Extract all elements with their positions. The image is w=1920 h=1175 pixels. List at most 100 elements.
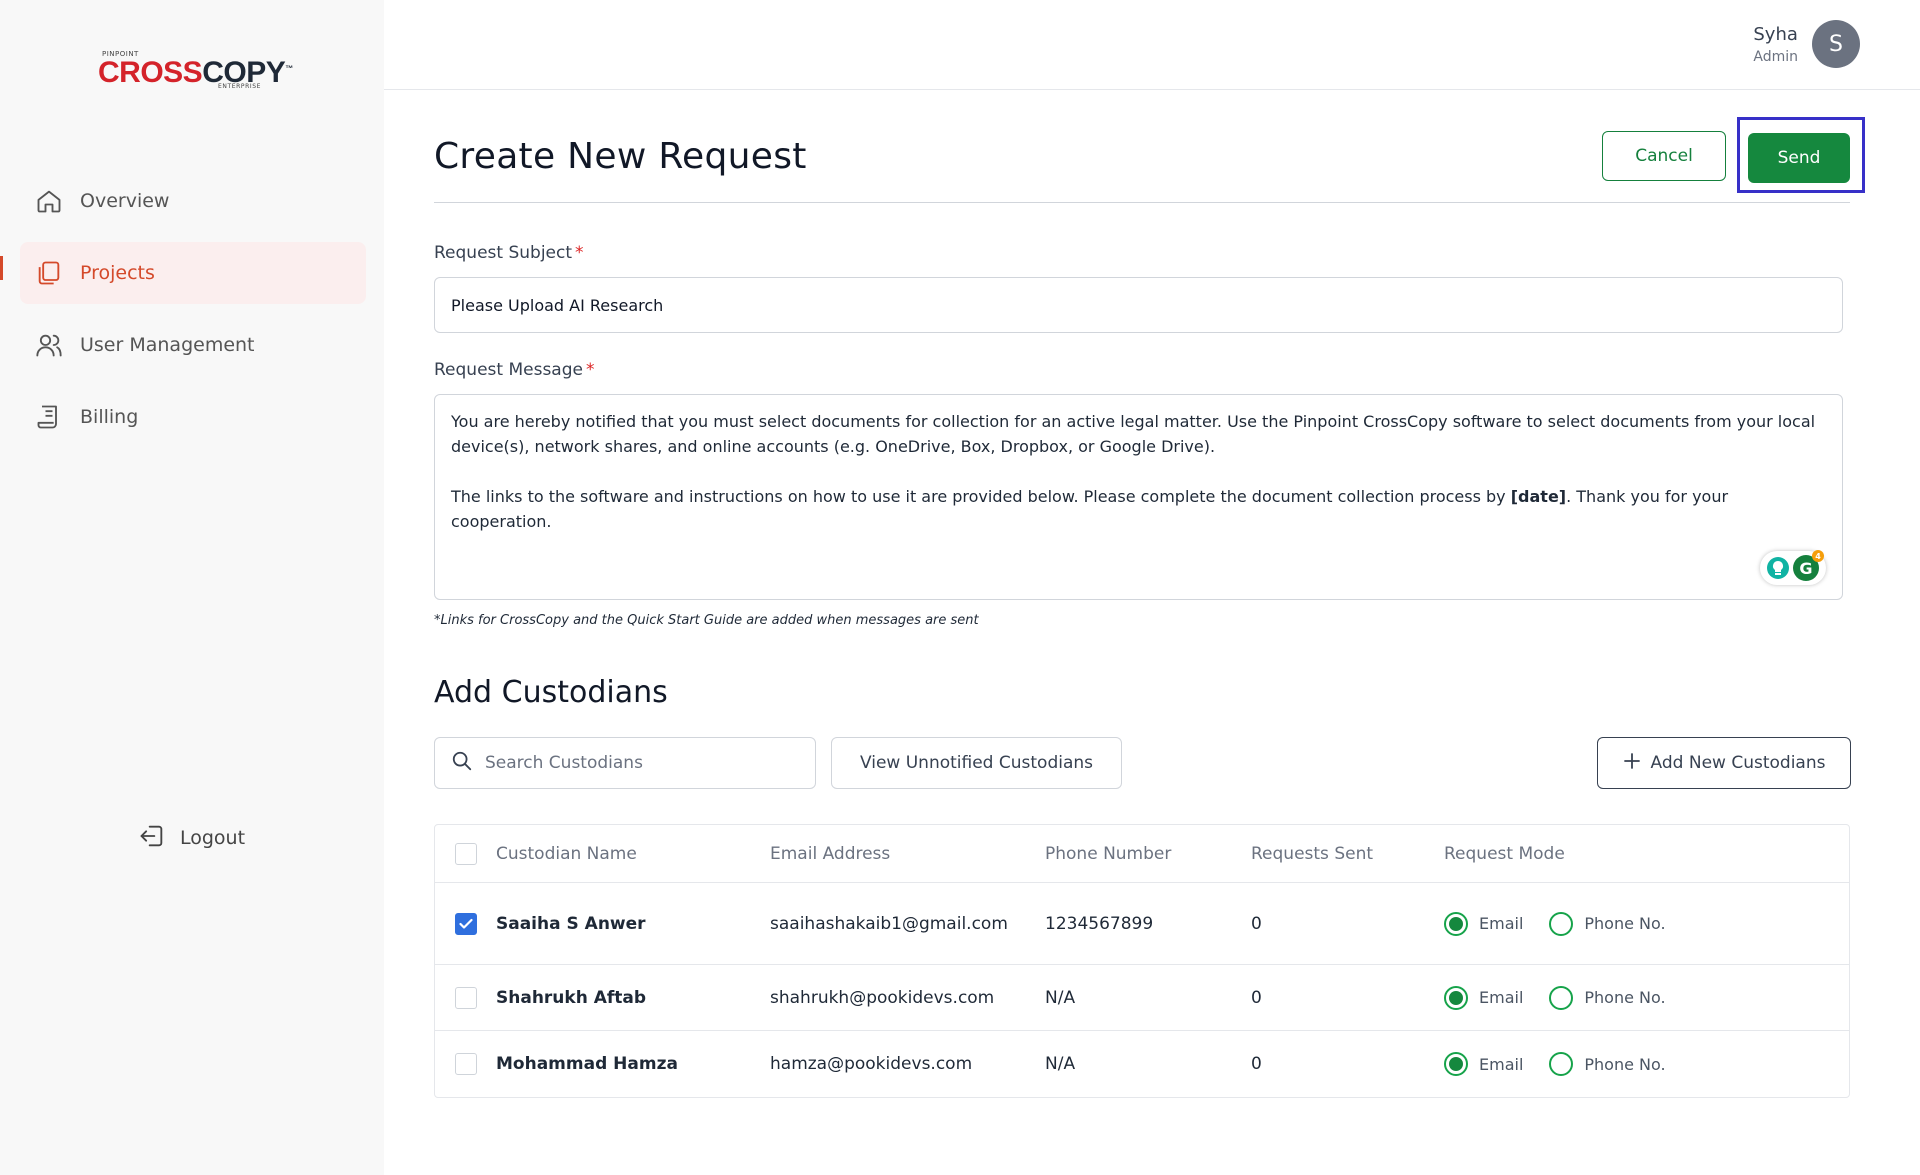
logout-icon — [138, 822, 166, 854]
custodian-email: hamza@pookidevs.com — [770, 1054, 973, 1074]
sidebar-item-label: Projects — [80, 262, 155, 284]
view-unnotified-button[interactable]: View Unnotified Custodians — [831, 737, 1122, 789]
row-checkbox[interactable] — [455, 1053, 477, 1075]
request-mode-group: Email Phone No. — [1444, 1052, 1666, 1076]
top-bar: Syha Admin S — [384, 0, 1920, 90]
custodian-phone: N/A — [1045, 1054, 1076, 1074]
message-date-placeholder: [date] — [1510, 487, 1567, 506]
mode-phone-radio[interactable] — [1549, 985, 1574, 1010]
mode-email-label: Email — [1479, 988, 1524, 1007]
logo-cross: CROSS — [98, 56, 203, 89]
table-row: Mohammad Hamza hamza@pookidevs.com N/A 0… — [435, 1031, 1849, 1097]
table-row: Shahrukh Aftab shahrukh@pookidevs.com N/… — [435, 965, 1849, 1031]
home-icon — [34, 186, 64, 216]
custodian-requests-sent: 0 — [1251, 913, 1262, 934]
subject-label: Request Subject * — [434, 243, 584, 263]
user-name: Syha — [1753, 23, 1798, 45]
message-text: The links to the software and instructio… — [451, 487, 1511, 506]
message-textarea[interactable]: You are hereby notified that you must se… — [434, 394, 1843, 600]
custodian-phone: N/A — [1045, 987, 1076, 1008]
check-icon — [459, 918, 473, 929]
mode-phone-label: Phone No. — [1584, 988, 1666, 1007]
user-menu[interactable]: Syha Admin S — [1753, 20, 1860, 68]
checkbox-box — [455, 1053, 477, 1075]
logo-tm: ™ — [285, 64, 293, 73]
sidebar-item-label: User Management — [80, 334, 255, 356]
logo-wordmark: CROSSCOPY™ — [98, 56, 293, 90]
column-header-phone[interactable]: Phone Number — [1045, 844, 1171, 864]
sidebar-item-billing[interactable]: Billing — [20, 386, 366, 448]
title-divider — [434, 202, 1850, 203]
row-checkbox[interactable] — [455, 912, 477, 935]
mode-email-label: Email — [1479, 914, 1524, 933]
page-title: Create New Request — [434, 136, 807, 177]
grammarly-widget[interactable]: G4 — [1760, 550, 1826, 585]
mode-email-radio[interactable] — [1444, 1052, 1468, 1076]
billing-icon — [34, 402, 64, 432]
subject-label-text: Request Subject — [434, 243, 573, 263]
sidebar: PINPOINT CROSSCOPY™ ENTERPRISE Overview … — [0, 0, 384, 1175]
logout-label: Logout — [180, 827, 246, 849]
projects-icon — [34, 258, 64, 288]
radio-dot — [1449, 916, 1463, 931]
user-info: Syha Admin — [1753, 24, 1798, 65]
message-label: Request Message * — [434, 360, 594, 380]
add-new-custodians-button[interactable]: Add New Custodians — [1597, 737, 1851, 789]
sidebar-item-overview[interactable]: Overview — [20, 170, 366, 232]
links-hint: *Links for CrossCopy and the Quick Start… — [434, 613, 979, 628]
search-custodians-field[interactable] — [434, 737, 816, 789]
active-indicator — [0, 256, 3, 280]
message-paragraph-1: You are hereby notified that you must se… — [451, 412, 1816, 456]
users-icon — [34, 330, 64, 360]
request-mode-group: Email Phone No. — [1444, 911, 1666, 936]
custodians-table: Custodian Name Email Address Phone Numbe… — [434, 824, 1850, 1098]
custodian-phone: 1234567899 — [1045, 913, 1154, 934]
checkbox-box — [455, 912, 477, 935]
mode-email-radio[interactable] — [1444, 911, 1468, 936]
mode-email-radio[interactable] — [1444, 985, 1468, 1010]
sidebar-item-label: Billing — [80, 406, 139, 428]
grammarly-icon: G4 — [1793, 550, 1824, 581]
mode-phone-radio[interactable] — [1549, 911, 1574, 936]
grammarly-logo-letter: G — [1799, 558, 1813, 578]
add-custodians-title: Add Custodians — [434, 675, 668, 710]
custodian-name: Mohammad Hamza — [496, 1054, 678, 1074]
required-mark: * — [575, 243, 584, 263]
checkbox-box — [455, 986, 477, 1009]
grammarly-count-badge: 4 — [1812, 550, 1824, 562]
custodian-requests-sent: 0 — [1251, 987, 1262, 1008]
logo-enterprise-text: ENTERPRISE — [218, 83, 262, 90]
mode-email-label: Email — [1479, 1054, 1524, 1074]
logout-button[interactable]: Logout — [138, 822, 245, 854]
column-header-request-mode[interactable]: Request Mode — [1444, 844, 1565, 864]
sidebar-item-user-management[interactable]: User Management — [20, 314, 366, 376]
subject-input[interactable] — [434, 277, 1843, 333]
mode-phone-label: Phone No. — [1584, 1054, 1666, 1074]
select-all-checkbox[interactable] — [455, 842, 477, 865]
custodian-name: Saaiha S Anwer — [496, 913, 646, 934]
radio-dot — [1449, 1057, 1463, 1071]
table-header: Custodian Name Email Address Phone Numbe… — [435, 825, 1849, 883]
mode-phone-radio[interactable] — [1549, 1052, 1574, 1076]
table-row: Saaiha S Anwer saaihashakaib1@gmail.com … — [435, 883, 1849, 965]
user-role: Admin — [1753, 48, 1798, 65]
column-header-requests-sent[interactable]: Requests Sent — [1251, 844, 1373, 864]
checkbox-box — [455, 842, 477, 865]
column-header-name[interactable]: Custodian Name — [496, 844, 637, 864]
column-header-email[interactable]: Email Address — [770, 841, 1010, 867]
search-input[interactable] — [485, 753, 785, 773]
cancel-button[interactable]: Cancel — [1602, 131, 1726, 181]
crosscopy-logo[interactable]: PINPOINT CROSSCOPY™ ENTERPRISE — [98, 50, 293, 92]
mode-phone-label: Phone No. — [1584, 914, 1666, 933]
send-button[interactable]: Send — [1748, 133, 1850, 183]
sidebar-item-projects[interactable]: Projects — [20, 242, 366, 304]
avatar[interactable]: S — [1812, 20, 1860, 68]
row-checkbox[interactable] — [455, 986, 477, 1009]
plus-icon — [1623, 752, 1641, 775]
sidebar-item-label: Overview — [80, 190, 170, 212]
sidebar-nav: Overview Projects User Management Billin… — [20, 170, 366, 458]
custodian-requests-sent: 0 — [1251, 1054, 1262, 1074]
custodian-email: shahrukh@pookidevs.com — [770, 987, 995, 1008]
custodian-email: saaihashakaib1@gmail.com — [770, 913, 1008, 934]
required-mark: * — [585, 360, 595, 380]
